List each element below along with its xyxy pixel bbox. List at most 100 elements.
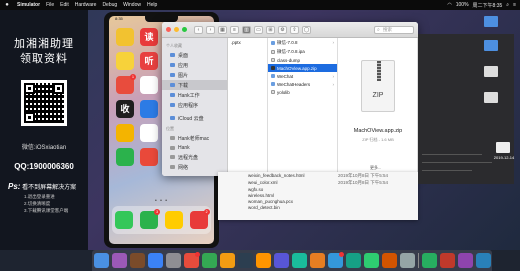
apple-icon[interactable]: ●: [0, 2, 14, 8]
dock-app-icon[interactable]: [327, 252, 344, 268]
sidebar-item-icloud[interactable]: iCloud 云盘: [162, 113, 227, 123]
icon-view-icon[interactable]: ▦: [218, 25, 227, 34]
close-window-button[interactable]: [166, 27, 171, 32]
battery-percent[interactable]: 100%: [456, 2, 469, 8]
sidebar-item-applications[interactable]: 应用: [162, 60, 227, 70]
column-view-icon[interactable]: ▥: [242, 25, 251, 34]
app-icon[interactable]: 听: [140, 52, 158, 70]
dock-app-icon[interactable]: [345, 253, 361, 268]
background-file-list[interactable]: weixin_feedback_notes.html 2019年10月8日 下午5…: [218, 172, 418, 220]
wifi-icon[interactable]: ◠: [447, 2, 451, 8]
app-icon[interactable]: [140, 148, 158, 166]
app-icon[interactable]: 1: [116, 74, 136, 94]
list-item[interactable]: 微信-7.0.8 ›: [268, 38, 337, 47]
dock-app-icon[interactable]: [399, 253, 415, 268]
desktop-file-icon[interactable]: [484, 92, 498, 103]
action-gear-icon[interactable]: ⚙: [278, 25, 287, 34]
sidebar-item-remote-disc[interactable]: 远程光盘: [162, 152, 227, 162]
file-icon: [271, 58, 275, 62]
dock-app-icon[interactable]: [93, 253, 109, 268]
dock-app-icon[interactable]: [439, 253, 455, 268]
menu-item-edit[interactable]: Edit: [57, 2, 72, 8]
list-item[interactable]: weui_color.xml 2019年10月8日 下午5:54: [218, 179, 418, 186]
app-icon[interactable]: [116, 52, 134, 70]
dock-app-icon[interactable]: [255, 253, 271, 268]
app-icon[interactable]: [140, 124, 158, 142]
sidebar-item-pictures[interactable]: 图片: [162, 70, 227, 80]
app-icon[interactable]: [140, 76, 158, 94]
dock-app-icon[interactable]: [111, 253, 127, 268]
dock-app-icon[interactable]: [363, 253, 379, 268]
app-icon[interactable]: [116, 148, 134, 166]
dock-app-icon[interactable]: [381, 253, 397, 268]
finder-search-input[interactable]: 搜索: [374, 25, 414, 34]
menu-item-window[interactable]: Window: [120, 2, 144, 8]
sidebar-item-hank-work[interactable]: Hank工作: [162, 90, 227, 100]
app-icon[interactable]: [116, 28, 134, 46]
dock-app-icon[interactable]: [219, 253, 235, 268]
group-icon[interactable]: ⊞: [266, 25, 275, 34]
clock[interactable]: 周二下午8:35: [473, 2, 503, 9]
list-item[interactable]: MachOView.app.zip: [268, 64, 337, 72]
sidebar-item-network[interactable]: 网络: [162, 162, 227, 172]
list-item[interactable]: WeChatHeaders ›: [268, 80, 337, 88]
menu-item-file[interactable]: File: [43, 2, 57, 8]
dock-app-icon[interactable]: [421, 253, 437, 268]
list-item[interactable]: word_detect.bin: [218, 204, 418, 210]
menu-list-icon[interactable]: ≡: [513, 2, 516, 8]
menu-item-debug[interactable]: Debug: [99, 2, 120, 8]
tag-icon[interactable]: ◯: [302, 25, 311, 34]
dock-app-icon[interactable]: [164, 211, 183, 229]
dock-app-icon[interactable]: [183, 252, 200, 268]
app-icon[interactable]: [116, 124, 134, 142]
app-icon[interactable]: [140, 100, 158, 118]
finder-column-2[interactable]: 微信-7.0.8 › 微信-7.0.8.ipa class-dump MachOView…: [268, 38, 338, 176]
desktop-screenshot-icon[interactable]: [496, 142, 510, 153]
finder-window[interactable]: ‹ › ▦ ≡ ▥ ▭ ⊞ ⚙ ⇧ ◯ 搜索 个人收藏 桌面 应用 图片 下载 …: [162, 22, 418, 176]
sidebar-item-downloads[interactable]: 下载: [162, 80, 227, 90]
dock-app-icon[interactable]: [237, 253, 253, 268]
sidebar-item-apps[interactable]: 应用程序: [162, 100, 227, 110]
dock-app-icon[interactable]: [201, 253, 217, 268]
dock-app-icon[interactable]: [115, 211, 134, 229]
desktop-file-icon[interactable]: [484, 66, 498, 77]
app-icon-glyph: 听: [144, 56, 154, 66]
dock-app-icon[interactable]: [165, 253, 181, 268]
share-icon[interactable]: ⇧: [290, 25, 299, 34]
dock-app-icon[interactable]: [291, 253, 307, 268]
forward-button[interactable]: ›: [206, 25, 215, 34]
app-icon[interactable]: 读: [140, 28, 158, 46]
dock-app-icon[interactable]: [309, 253, 325, 268]
list-view-icon[interactable]: ≡: [230, 25, 239, 34]
dock-app-icon[interactable]: [457, 253, 473, 268]
menu-item-simulator[interactable]: Simulator: [14, 2, 43, 8]
list-item[interactable]: yololib: [268, 88, 337, 96]
list-item[interactable]: class-dump: [268, 56, 337, 64]
desktop-folder-icon[interactable]: [484, 40, 498, 51]
menu-item-hardware[interactable]: Hardware: [72, 2, 100, 8]
dock-app-icon[interactable]: [129, 253, 145, 268]
list-item[interactable]: weixin_feedback_notes.html 2019年10月8日 下午5…: [218, 172, 418, 179]
finder-column-1[interactable]: .pptx: [228, 38, 268, 176]
zoom-window-button[interactable]: [182, 27, 187, 32]
back-button[interactable]: ‹: [194, 25, 203, 34]
menu-item-help[interactable]: Help: [144, 2, 160, 8]
preview-more-link[interactable]: 更多...: [370, 165, 381, 171]
search-icon[interactable]: ⌕: [506, 2, 509, 8]
dock-app-icon[interactable]: [475, 253, 491, 268]
sidebar-item-device-mac[interactable]: Hank老师mac: [162, 133, 227, 143]
sidebar-item-device-hank[interactable]: Hank: [162, 143, 227, 152]
list-item[interactable]: WeChat ›: [268, 72, 337, 80]
desktop-folder-icon[interactable]: [484, 16, 498, 27]
background-dark-window[interactable]: [418, 34, 514, 184]
dock-app-icon[interactable]: 2: [189, 209, 210, 229]
sidebar-item-desktop[interactable]: 桌面: [162, 50, 227, 60]
gallery-view-icon[interactable]: ▭: [254, 25, 263, 34]
list-item[interactable]: .pptx: [228, 38, 267, 46]
app-icon[interactable]: 收: [116, 100, 134, 118]
minimize-window-button[interactable]: [174, 27, 179, 32]
list-item[interactable]: 微信-7.0.8.ipa: [268, 47, 337, 56]
dock-app-icon[interactable]: [273, 253, 289, 268]
dock-app-icon[interactable]: [147, 253, 163, 268]
dock-app-icon[interactable]: 3: [140, 209, 161, 229]
